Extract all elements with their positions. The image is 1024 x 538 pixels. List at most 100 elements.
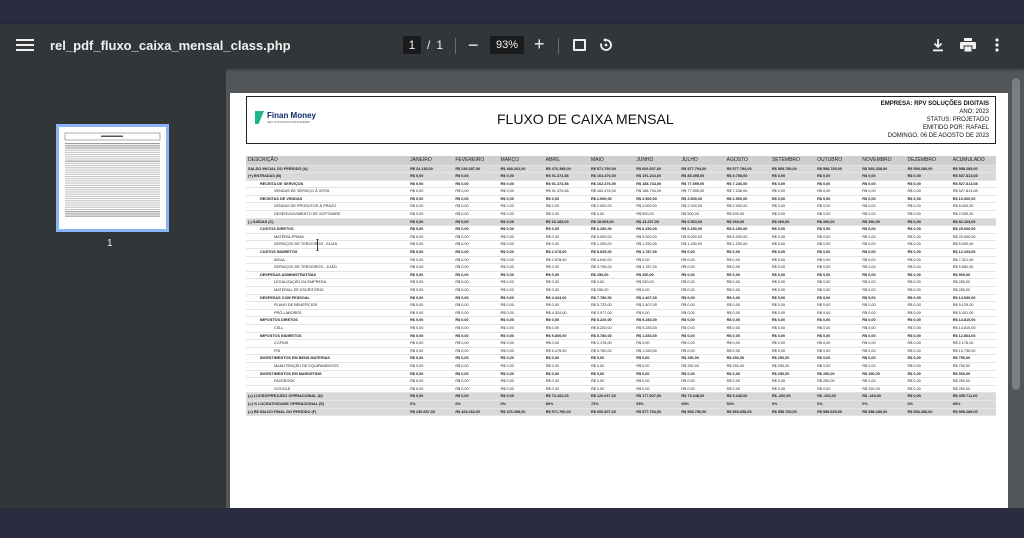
table-cell: R$ 1.787,00 <box>634 263 680 272</box>
table-cell: R$ 0,00 <box>634 362 680 371</box>
table-cell: R$ 0,00 <box>905 248 951 257</box>
print-icon[interactable] <box>960 38 976 52</box>
page-number-input[interactable] <box>403 36 421 54</box>
table-cell: R$ 2.678,00 <box>543 256 589 265</box>
table-cell: R$ 0,00 <box>905 195 951 204</box>
table-cell: R$ 0,00 <box>498 225 544 234</box>
table-cell: R$ 1.250,00 <box>634 240 680 250</box>
table-row: PLANO DE BENEFÍCIOS R$ 0,00 R$ 0,00 R$ 0,00… <box>246 301 996 310</box>
table-cell: R$ 0,00 <box>860 187 906 196</box>
thumbnail-line <box>65 147 160 149</box>
table-cell: R$ 0,00 <box>543 301 589 310</box>
table-cell: R$ 0,00 <box>453 195 499 204</box>
table-cell: R$ 0,00 <box>905 233 951 242</box>
table-cell: R$ 0,00 <box>498 309 544 318</box>
table-cell: R$ 2.178,00 <box>950 339 996 348</box>
table-cell: R$ 9.129,00 <box>950 301 996 310</box>
table-cell: R$ 162.476,00 <box>588 180 635 189</box>
table-cell: R$ 750,00 <box>950 354 996 363</box>
table-cell: R$ 2.000,00 <box>679 202 725 212</box>
row-label: VENDAS DE SERVIÇO À VISTA <box>246 187 409 196</box>
table-cell: R$ 0,00 <box>860 202 906 212</box>
table-cell: R$ 0,00 <box>905 385 951 394</box>
zoom-out-button[interactable]: − <box>468 36 479 54</box>
table-cell: R$ 250,00 <box>679 354 725 363</box>
table-cell: R$ 0,00 <box>860 339 906 348</box>
table-cell: R$ 565.338,00 <box>860 165 906 174</box>
table-cell: R$ 0,00 <box>453 339 499 348</box>
table-row: RECEITAS DE VENDAS R$ 0,00 R$ 0,00 R$ 0,00 R… <box>246 195 996 204</box>
table-cell: R$ 2.000,00 <box>634 202 680 212</box>
table-cell: R$ 0,00 <box>408 233 454 242</box>
vertical-scrollbar[interactable] <box>1012 78 1020 390</box>
rotate-icon[interactable] <box>599 38 613 52</box>
table-cell: R$ 0,00 <box>543 370 589 379</box>
thumbnail-line <box>65 198 160 200</box>
table-cell: R$ 7.780,00 <box>588 294 635 303</box>
column-header: JANEIRO <box>408 156 454 166</box>
table-cell: R$ 0,00 <box>769 256 816 265</box>
table-row: CSLL R$ 0,00 R$ 0,00 R$ 0,00 R$ 0,00 R$ 5.220… <box>246 324 996 333</box>
table-cell: R$ 468.262,00 <box>498 165 544 174</box>
page-navigation: / 1 <box>403 36 443 54</box>
table-cell: R$ 0,00 <box>724 263 770 272</box>
column-header: DESCRIÇÃO <box>246 156 409 166</box>
table-cell: R$ 0,00 <box>769 316 816 325</box>
table-cell: R$ 0,00 <box>815 225 861 234</box>
table-cell: R$ 250,00 <box>950 278 996 287</box>
table-cell: 93% <box>634 400 680 409</box>
table-cell: R$ 0,00 <box>498 187 544 196</box>
column-header: MARÇO <box>498 156 544 166</box>
table-cell: R$ 0,00 <box>588 377 635 386</box>
column-header: SETEMBRO <box>769 156 816 166</box>
table-cell: R$ 0,00 <box>769 172 816 181</box>
table-cell: R$ 0,00 <box>724 339 770 348</box>
table-cell: R$ 0,00 <box>724 278 770 287</box>
table-cell: R$ 0,00 <box>453 301 499 310</box>
table-cell: R$ 571.790,00 <box>543 408 589 417</box>
table-cell: R$ 0,00 <box>408 324 454 333</box>
table-row: IMPOSTOS INDIRETOS R$ 0,00 R$ 0,00 R$ 0,00 R… <box>246 332 996 341</box>
table-cell: R$ 2.500,00 <box>634 195 680 204</box>
table-cell: R$ 0,00 <box>498 263 544 272</box>
table-cell: R$ 0,00 <box>588 362 635 371</box>
row-label: SERVIÇOS DE TERCEIROS - JOÃO <box>246 263 409 272</box>
table-cell: R$ 177.907,00 <box>634 392 680 401</box>
table-cell: R$ 0,00 <box>453 309 499 318</box>
table-cell: R$ 0,00 <box>860 309 906 318</box>
table-cell: R$ 0,00 <box>408 301 454 310</box>
table-cell: R$ 0,00 <box>453 370 499 379</box>
table-cell: R$ 0,00 <box>453 218 499 227</box>
table-cell: R$ 0,00 <box>498 377 544 386</box>
table-row: DESENVOLVIMENTO DE SOFTWARE R$ 0,00 R$ 0,0… <box>246 210 996 219</box>
table-cell: R$ 0,00 <box>588 385 635 394</box>
zoom-in-button[interactable]: + <box>534 35 545 53</box>
table-row: GOOGLE R$ 0,00 R$ 0,00 R$ 0,00 R$ 0,00 R$ 0,0… <box>246 385 996 394</box>
table-cell: R$ 6.250,00 <box>724 225 770 234</box>
table-cell: R$ 0,00 <box>453 172 499 181</box>
report-status: STATUS: PROJETADO <box>926 117 989 123</box>
table-cell: R$ 0,00 <box>453 210 499 219</box>
fit-to-page-icon[interactable] <box>573 39 586 51</box>
more-options-icon[interactable] <box>995 38 999 52</box>
zoom-level-input[interactable]: 93% <box>490 36 524 54</box>
menu-icon[interactable] <box>16 37 34 53</box>
table-cell: R$ 0,00 <box>679 385 725 394</box>
table-cell: R$ 0,00 <box>905 187 951 196</box>
table-cell: R$ 0,00 <box>769 240 816 250</box>
download-icon[interactable] <box>931 38 945 52</box>
logo-mark <box>255 111 264 124</box>
table-cell: R$ 250,00 <box>769 362 816 371</box>
table-cell: R$ 0,00 <box>408 339 454 348</box>
table-cell: R$ 0,00 <box>679 370 725 379</box>
thumbnail-line <box>65 180 160 182</box>
row-label: MANUTENÇÃO DE EQUIPAMENTOS <box>246 362 409 371</box>
table-row: IMPOSTOS DIRETOS R$ 0,00 R$ 0,00 R$ 0,00 R$ … <box>246 316 996 325</box>
table-cell: R$ 9.798,00 <box>724 172 770 181</box>
table-cell: R$ 0,00 <box>453 377 499 386</box>
page-thumbnail[interactable] <box>56 124 169 232</box>
table-cell: R$ 6.250,00 <box>634 225 680 234</box>
table-cell: R$ 0,00 <box>408 370 454 379</box>
table-cell: R$ 0,00 <box>453 278 499 287</box>
thumbnail-line <box>65 167 160 169</box>
